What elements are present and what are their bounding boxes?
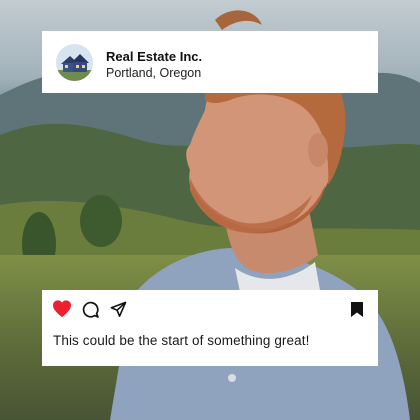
speech-bubble-icon[interactable] [82,301,99,318]
post-header: Real Estate Inc. Portland, Oregon [42,31,378,93]
account-name[interactable]: Real Estate Inc. [106,49,202,64]
heart-icon[interactable] [52,300,72,318]
account-avatar[interactable] [56,44,93,81]
bookmark-icon[interactable] [350,301,364,318]
post-caption: This could be the start of something gre… [53,333,310,348]
post-card: Real Estate Inc. Portland, Oregon This c… [42,31,378,366]
post-footer: This could be the start of something gre… [42,290,378,366]
post-location[interactable]: Portland, Oregon [106,66,201,80]
paper-plane-icon[interactable] [110,301,127,318]
post-image[interactable] [42,93,378,290]
house-avatar-icon [56,44,93,81]
